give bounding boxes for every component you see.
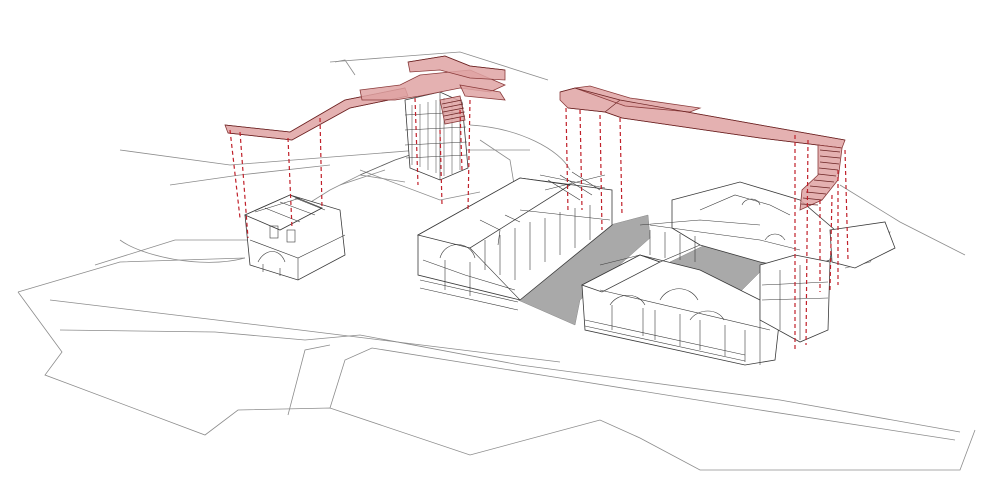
tower-stair xyxy=(439,95,466,125)
support-column xyxy=(467,99,471,211)
east-stair xyxy=(799,144,843,211)
axonometric-drawing xyxy=(17,51,976,471)
support-column xyxy=(619,117,623,216)
left-pavilion xyxy=(244,194,346,281)
support-column xyxy=(319,117,323,209)
support-column xyxy=(229,129,241,219)
